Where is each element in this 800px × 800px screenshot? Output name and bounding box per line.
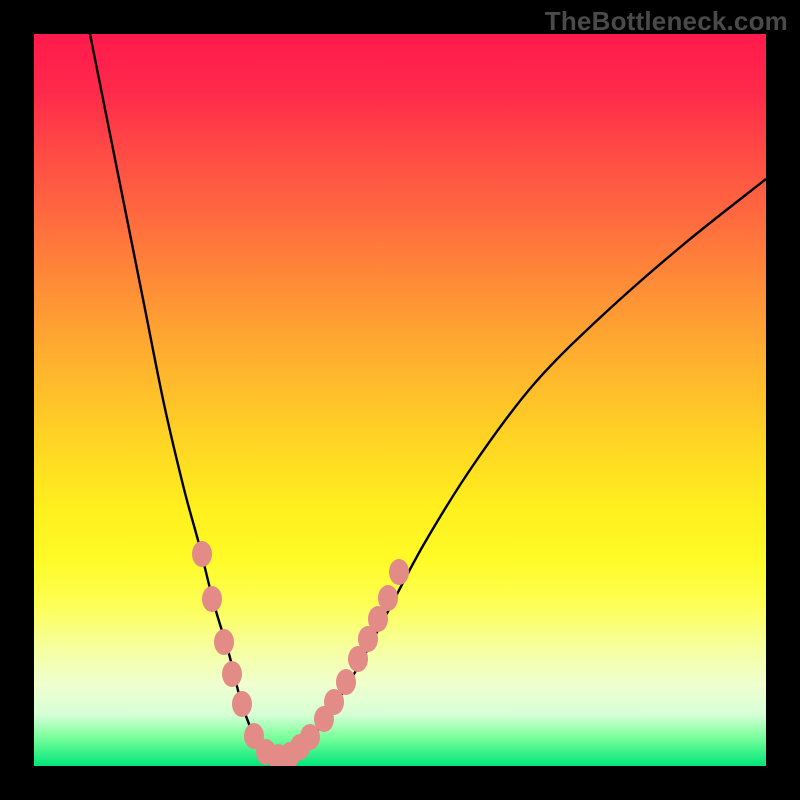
highlight-dot (336, 669, 356, 695)
plot-area (34, 34, 766, 766)
highlight-dot (202, 586, 222, 612)
highlight-dots-group (192, 541, 409, 766)
watermark-text: TheBottleneck.com (545, 6, 788, 37)
chart-frame: TheBottleneck.com (0, 0, 800, 800)
highlight-dot (192, 541, 212, 567)
highlight-dot (232, 691, 252, 717)
highlight-dot (214, 629, 234, 655)
bottleneck-curve-svg (34, 34, 766, 766)
bottleneck-curve (84, 34, 766, 757)
highlight-dot (389, 559, 409, 585)
highlight-dot (378, 585, 398, 611)
highlight-dot (222, 661, 242, 687)
